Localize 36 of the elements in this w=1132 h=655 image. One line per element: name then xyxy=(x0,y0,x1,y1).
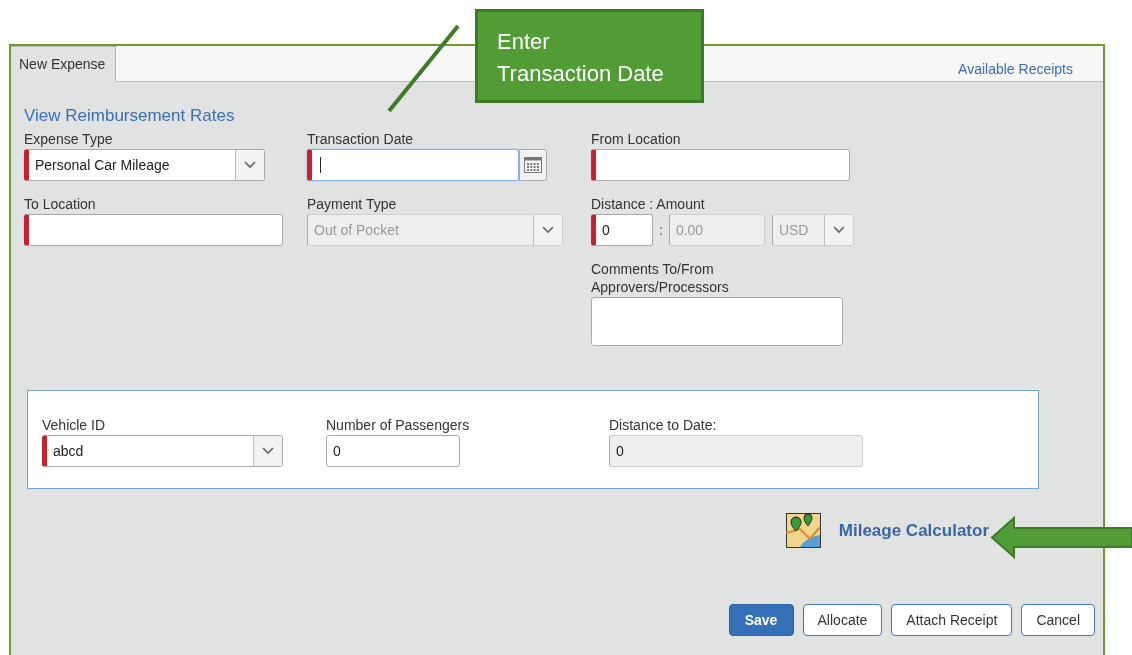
select-field[interactable]: Personal Car Mileage xyxy=(24,149,265,181)
field-label: Expense Type xyxy=(24,130,114,148)
select-field[interactable]: abcd xyxy=(42,435,283,467)
separator: : xyxy=(659,222,663,238)
calendar-icon xyxy=(524,157,542,173)
action-button[interactable]: Attach Receipt xyxy=(891,604,1013,636)
field-label: Distance to Date: xyxy=(609,416,718,434)
field-label: From Location xyxy=(591,130,682,148)
field-label: Number of Passengers xyxy=(326,416,471,434)
comments-field[interactable] xyxy=(591,297,843,346)
chevron-down-icon xyxy=(542,226,554,234)
action-button[interactable]: Allocate xyxy=(802,604,883,636)
field-label: Comments To/From Approvers/Processors xyxy=(591,260,730,296)
mileage-calculator-link[interactable]: Mileage Calculator xyxy=(838,520,989,541)
callout: Enter Transaction Date xyxy=(475,9,704,103)
map-icon xyxy=(785,513,821,548)
chevron-down-icon xyxy=(262,447,274,455)
calendar-button[interactable] xyxy=(519,149,547,181)
chevron-down-icon xyxy=(832,226,845,234)
tab[interactable]: New Expense xyxy=(11,46,117,82)
text-field[interactable] xyxy=(24,214,283,246)
reimbursement-rates-link[interactable]: View Reimbursement Rates xyxy=(24,106,235,126)
field-label: To Location xyxy=(24,195,97,213)
text-field[interactable] xyxy=(591,149,850,181)
date-field[interactable] xyxy=(307,149,519,181)
chevron-down-icon xyxy=(244,161,256,169)
field-label: Payment Type xyxy=(307,195,398,213)
field-label: Transaction Date xyxy=(307,130,415,148)
field-label: Distance : Amount xyxy=(591,195,706,213)
primary-button[interactable]: Save xyxy=(728,604,794,636)
field-label: Vehicle ID xyxy=(42,416,107,434)
distance-field[interactable]: 0 xyxy=(591,214,653,246)
pointer-arrow-icon xyxy=(990,516,1132,559)
available-receipts-link[interactable]: Available Receipts xyxy=(958,61,1073,77)
text-field[interactable]: 0 xyxy=(326,435,460,467)
action-button[interactable]: Cancel xyxy=(1021,604,1095,636)
